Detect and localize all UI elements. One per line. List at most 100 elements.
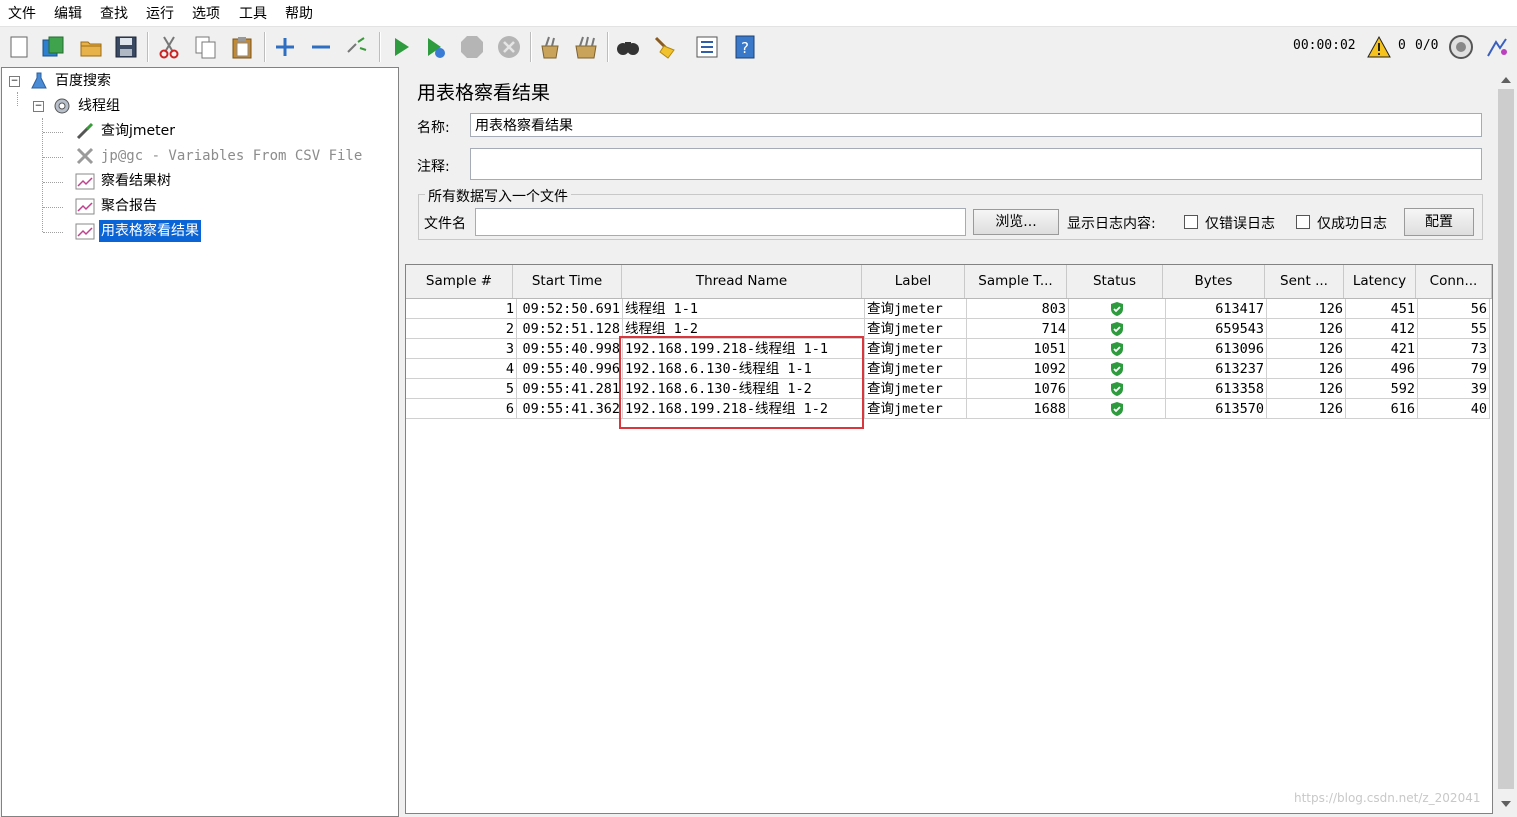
success-only-checkbox[interactable] (1296, 215, 1310, 229)
errors-only-checkbox[interactable] (1184, 215, 1198, 229)
test-plan-tree[interactable]: − − 百度搜索 线程组 查询jmeter jp@gc - Variables … (1, 67, 399, 817)
cell-label: 查询jmeter (865, 299, 967, 319)
cell-sample-number: 6 (406, 399, 517, 419)
cell-start-time: 09:55:40.996 (517, 359, 623, 379)
scroll-thumb[interactable] (1498, 89, 1514, 789)
cell-start-time: 09:55:41.362 (517, 399, 623, 419)
scroll-down-icon[interactable] (1501, 801, 1511, 807)
col-bytes[interactable]: Bytes (1163, 265, 1265, 298)
cell-connect-time: 56 (1418, 299, 1490, 319)
menu-file[interactable]: 文件 (8, 3, 36, 23)
browse-button[interactable]: 浏览... (973, 209, 1059, 235)
watermark: https://blog.csdn.net/z_202041 (1294, 791, 1481, 805)
col-sample-number[interactable]: Sample # (406, 265, 513, 298)
collapse-toggle-thread-group[interactable]: − (33, 101, 44, 112)
collapse-icon[interactable] (308, 34, 334, 60)
reset-search-icon[interactable] (652, 34, 678, 60)
col-sent-bytes[interactable]: Sent ... (1265, 265, 1344, 298)
success-shield-icon (1111, 362, 1123, 376)
table-row[interactable]: 3 09:55:40.998 192.168.199.218-线程组 1-1 查询jm… (406, 339, 1492, 359)
menu-search[interactable]: 查找 (100, 3, 128, 23)
thread-group-icon (54, 98, 70, 114)
cell-sent-bytes: 126 (1267, 379, 1346, 399)
table-row[interactable]: 1 09:52:50.691 线程组 1-1 查询jmeter 803 613417 126… (406, 299, 1492, 319)
menu-help[interactable]: 帮助 (285, 3, 313, 23)
clear-icon[interactable] (537, 34, 563, 60)
table-row[interactable]: 4 09:55:40.996 192.168.6.130-线程组 1-1 查询jmet… (406, 359, 1492, 379)
scroll-up-icon[interactable] (1501, 77, 1511, 83)
shutdown-icon[interactable] (496, 34, 522, 60)
col-label[interactable]: Label (862, 265, 965, 298)
search-icon[interactable] (615, 34, 641, 60)
cut-icon[interactable] (156, 34, 182, 60)
cell-thread-name: 192.168.6.130-线程组 1-2 (623, 379, 865, 399)
errors-only-label: 仅错误日志 (1205, 216, 1275, 232)
stop-icon[interactable] (459, 34, 485, 60)
svg-text:?: ? (741, 39, 749, 57)
table-row[interactable]: 2 09:52:51.128 线程组 1-2 查询jmeter 714 659543 126… (406, 319, 1492, 339)
cell-latency: 496 (1346, 359, 1418, 379)
function-helper-icon[interactable] (694, 34, 720, 60)
menu-run[interactable]: 运行 (146, 3, 174, 23)
save-icon[interactable] (113, 34, 139, 60)
cell-status (1069, 339, 1166, 359)
menu-options[interactable]: 选项 (192, 3, 220, 23)
col-sample-time[interactable]: Sample T... (965, 265, 1067, 298)
results-table[interactable]: Sample # Start Time Thread Name Label Sa… (405, 264, 1493, 814)
table-row[interactable]: 6 09:55:41.362 192.168.199.218-线程组 1-2 查询jm… (406, 399, 1492, 419)
logger-icon[interactable] (1484, 34, 1510, 60)
copy-icon[interactable] (193, 34, 219, 60)
toggle-icon[interactable] (344, 34, 370, 60)
cell-start-time: 09:52:51.128 (517, 319, 623, 339)
cell-status (1069, 319, 1166, 339)
templates-icon[interactable] (40, 34, 66, 60)
config-icon (76, 147, 94, 165)
clear-all-icon[interactable] (573, 34, 599, 60)
start-icon[interactable] (388, 34, 414, 60)
cell-sample-number: 2 (406, 319, 517, 339)
success-only-label: 仅成功日志 (1317, 216, 1387, 232)
elapsed-time: 00:00:02 (1293, 38, 1356, 53)
cell-status (1069, 399, 1166, 419)
col-start-time[interactable]: Start Time (513, 265, 622, 298)
warning-icon[interactable] (1367, 35, 1391, 59)
menu-tools[interactable]: 工具 (239, 3, 267, 23)
comment-field[interactable] (470, 148, 1482, 180)
cell-bytes: 613096 (1166, 339, 1267, 359)
help-icon[interactable]: ? (732, 34, 758, 60)
vertical-scrollbar[interactable] (1497, 72, 1515, 815)
cell-thread-name: 线程组 1-2 (623, 319, 865, 339)
col-thread-name[interactable]: Thread Name (622, 265, 862, 298)
start-no-pause-icon[interactable] (422, 34, 448, 60)
menu-edit[interactable]: 编辑 (54, 3, 82, 23)
cell-thread-name: 线程组 1-1 (623, 299, 865, 319)
table-row[interactable]: 5 09:55:41.281 192.168.6.130-线程组 1-2 查询jmet… (406, 379, 1492, 399)
cell-thread-name: 192.168.199.218-线程组 1-1 (623, 339, 865, 359)
success-shield-icon (1111, 302, 1123, 316)
col-connect-time[interactable]: Conn... (1416, 265, 1492, 298)
cell-sample-number: 1 (406, 299, 517, 319)
cell-bytes: 613570 (1166, 399, 1267, 419)
paste-icon[interactable] (229, 34, 255, 60)
new-icon[interactable] (6, 34, 32, 60)
configure-button[interactable]: 配置 (1404, 208, 1474, 236)
listener-icon (75, 223, 95, 240)
cell-thread-name: 192.168.199.218-线程组 1-2 (623, 399, 865, 419)
cell-bytes: 613358 (1166, 379, 1267, 399)
cell-start-time: 09:55:40.998 (517, 339, 623, 359)
col-latency[interactable]: Latency (1344, 265, 1416, 298)
menu-bar: 文件 编辑 查找 运行 选项 工具 帮助 (0, 0, 1517, 27)
col-status[interactable]: Status (1067, 265, 1163, 298)
log-display-label: 显示日志内容: (1067, 216, 1156, 232)
cell-connect-time: 55 (1418, 319, 1490, 339)
collapse-toggle-test-plan[interactable]: − (9, 76, 20, 87)
listener-icon (75, 173, 95, 190)
cell-label: 查询jmeter (865, 359, 967, 379)
filename-field[interactable] (475, 208, 966, 236)
name-field[interactable]: 用表格察看结果 (470, 113, 1482, 137)
expand-icon[interactable] (272, 34, 298, 60)
cell-label: 查询jmeter (865, 399, 967, 419)
success-shield-icon (1111, 402, 1123, 416)
active-threads: 0/0 (1415, 38, 1439, 53)
open-icon[interactable] (78, 34, 104, 60)
